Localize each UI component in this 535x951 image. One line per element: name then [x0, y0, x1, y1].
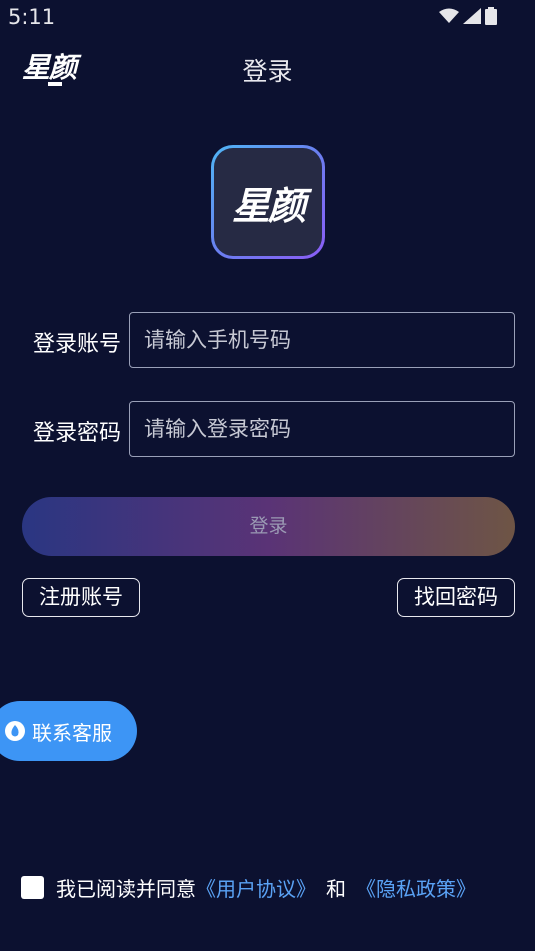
battery-icon [485, 7, 497, 25]
contact-support-button[interactable]: 联系客服 [0, 701, 137, 761]
password-field-row: 登录密码 [33, 401, 515, 457]
password-input[interactable] [129, 401, 515, 457]
agreement-and: 和 [326, 876, 346, 901]
account-label: 登录账号 [33, 332, 122, 357]
app-logo-inner: 星颜 [214, 148, 322, 256]
app-logo: 星颜 [211, 145, 325, 259]
login-button[interactable]: 登录 [22, 497, 515, 556]
status-bar: 5:11 [0, 0, 535, 36]
account-field-row: 登录账号 [33, 312, 515, 368]
contact-support-label: 联系客服 [32, 720, 112, 745]
chat-bubble-icon [4, 720, 26, 742]
page-title: 登录 [242, 57, 293, 86]
signal-icon [463, 8, 481, 24]
privacy-policy-link[interactable]: 《隐私政策》 [356, 873, 476, 902]
app-logo-text: 星颜 [231, 183, 306, 228]
recover-password-button[interactable]: 找回密码 [397, 578, 515, 617]
status-time: 5:11 [8, 5, 56, 29]
status-icons [439, 7, 497, 25]
user-agreement-link[interactable]: 《用户协议》 [196, 873, 316, 902]
wifi-icon [439, 8, 459, 24]
account-input[interactable] [129, 312, 515, 368]
register-button[interactable]: 注册账号 [22, 578, 140, 617]
password-label: 登录密码 [33, 421, 122, 446]
agreement-row: 我已阅读并同意 《用户协议》 和 《隐私政策》 [21, 872, 476, 902]
agreement-prefix: 我已阅读并同意 [56, 876, 196, 901]
agreement-checkbox[interactable] [21, 875, 44, 899]
